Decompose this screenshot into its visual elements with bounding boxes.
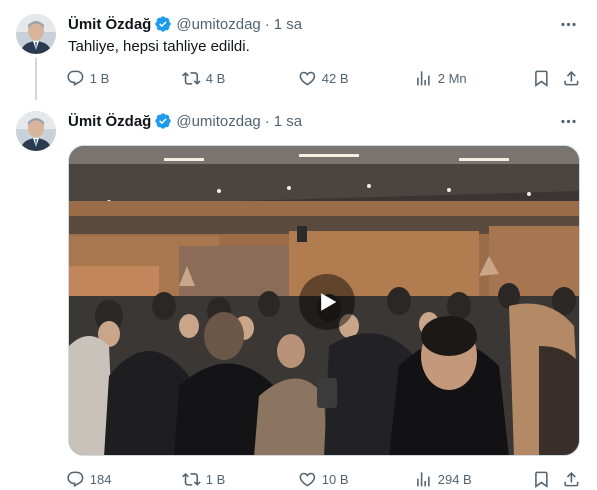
reply-icon bbox=[67, 70, 84, 86]
author-handle[interactable]: @umitozdag bbox=[176, 113, 260, 130]
bookmark-button[interactable] bbox=[532, 68, 551, 88]
retweet-count: 1 B bbox=[205, 471, 226, 487]
author-name[interactable]: Ümit Özdağ bbox=[68, 113, 151, 130]
retweet-count: 4 B bbox=[205, 70, 226, 86]
like-count: 42 B bbox=[321, 70, 349, 86]
verified-badge-icon bbox=[154, 112, 172, 130]
like-button[interactable]: 10 B bbox=[298, 469, 349, 489]
reply-count: 184 bbox=[89, 471, 112, 487]
bookmark-icon bbox=[535, 471, 548, 488]
views-icon bbox=[417, 70, 430, 86]
tweet[interactable]: Ümit Özdağ @umitozdag · 1 sa Tahliye, he… bbox=[0, 0, 597, 100]
reply-button[interactable]: 1 B bbox=[66, 68, 109, 88]
tweet-text: Tahliye, hepsi tahliye edildi. bbox=[68, 38, 250, 55]
tweet-header: Ümit Özdağ @umitozdag · 1 sa bbox=[68, 14, 302, 34]
reply-icon bbox=[67, 471, 84, 487]
retweet-icon bbox=[182, 71, 201, 85]
separator-dot: · bbox=[264, 15, 270, 33]
play-icon bbox=[321, 293, 337, 311]
like-icon bbox=[299, 71, 316, 86]
share-icon bbox=[564, 70, 579, 86]
reply-count: 1 B bbox=[89, 70, 110, 86]
author-handle[interactable]: @umitozdag bbox=[176, 16, 260, 33]
bookmark-button[interactable] bbox=[532, 469, 551, 489]
retweet-icon bbox=[182, 472, 201, 486]
thread-connector-line bbox=[35, 58, 37, 100]
more-options-button[interactable] bbox=[557, 111, 579, 131]
avatar[interactable] bbox=[16, 111, 56, 151]
views-button[interactable]: 294 B bbox=[414, 469, 472, 489]
tweet-actions: 184 1 B 10 B 294 B bbox=[66, 469, 584, 489]
view-count: 2 Mn bbox=[437, 70, 467, 86]
more-horizontal-icon bbox=[560, 119, 576, 123]
share-icon bbox=[564, 471, 579, 487]
play-button[interactable] bbox=[299, 274, 355, 330]
video-player[interactable] bbox=[68, 145, 580, 456]
timestamp[interactable]: 1 sa bbox=[274, 113, 302, 130]
share-button[interactable] bbox=[562, 68, 581, 88]
avatar[interactable] bbox=[16, 14, 56, 54]
tweet-header: Ümit Özdağ @umitozdag · 1 sa bbox=[68, 111, 302, 131]
bookmark-icon bbox=[535, 70, 548, 87]
timestamp[interactable]: 1 sa bbox=[274, 16, 302, 33]
avatar-image bbox=[16, 14, 56, 54]
reply-button[interactable]: 184 bbox=[66, 469, 111, 489]
retweet-button[interactable]: 1 B bbox=[182, 469, 225, 489]
verified-badge-icon bbox=[154, 15, 172, 33]
tweet-actions: 1 B 4 B 42 B 2 Mn bbox=[66, 68, 584, 88]
views-button[interactable]: 2 Mn bbox=[414, 68, 467, 88]
tweet[interactable]: Ümit Özdağ @umitozdag · 1 sa 184 1 B 10 … bbox=[0, 100, 597, 490]
author-name[interactable]: Ümit Özdağ bbox=[68, 16, 151, 33]
view-count: 294 B bbox=[437, 471, 472, 487]
separator-dot: · bbox=[264, 112, 270, 130]
retweet-button[interactable]: 4 B bbox=[182, 68, 225, 88]
share-button[interactable] bbox=[562, 469, 581, 489]
like-button[interactable]: 42 B bbox=[298, 68, 349, 88]
like-count: 10 B bbox=[321, 471, 349, 487]
like-icon bbox=[299, 472, 316, 487]
more-horizontal-icon bbox=[560, 22, 576, 26]
more-options-button[interactable] bbox=[557, 14, 579, 34]
views-icon bbox=[417, 471, 430, 487]
avatar-image bbox=[16, 111, 56, 151]
